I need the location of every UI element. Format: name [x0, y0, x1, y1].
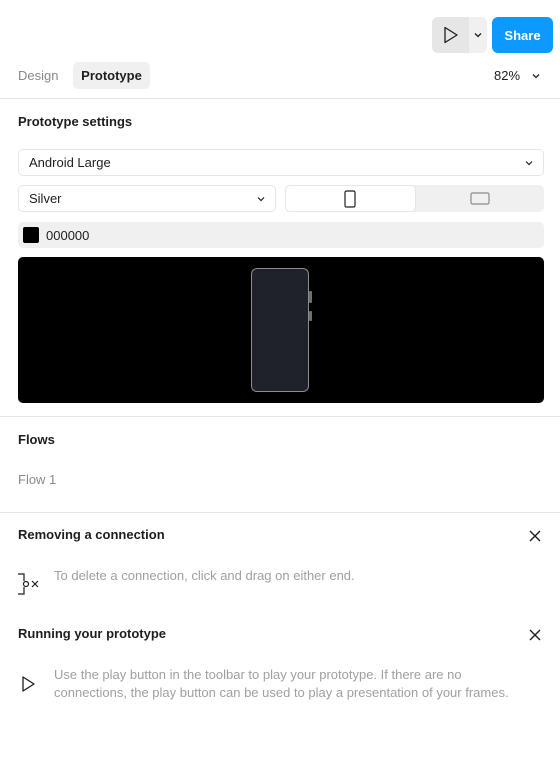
tip-title-removing-connection: Removing a connection	[18, 527, 165, 542]
orientation-toggle	[285, 185, 544, 212]
tab-prototype[interactable]: Prototype	[73, 62, 150, 89]
tip-text-removing-connection: To delete a connection, click and drag o…	[54, 568, 355, 583]
chevron-down-icon	[532, 73, 540, 78]
background-color-field[interactable]: 000000	[18, 222, 544, 248]
background-color-hex[interactable]: 000000	[46, 228, 89, 243]
device-frame	[251, 268, 312, 392]
present-button[interactable]	[432, 17, 469, 53]
device-select[interactable]: Android Large	[18, 149, 544, 176]
play-icon	[22, 676, 35, 692]
divider	[0, 512, 560, 513]
close-icon[interactable]	[527, 528, 543, 544]
close-icon[interactable]	[527, 627, 543, 643]
device-preview	[18, 257, 544, 403]
flow-item[interactable]: Flow 1	[18, 472, 56, 487]
zoom-control[interactable]: 82%	[494, 62, 540, 89]
panel-tabs: Design Prototype 82%	[0, 62, 560, 90]
landscape-icon	[470, 192, 490, 205]
portrait-orientation-button[interactable]	[285, 185, 416, 212]
model-color-select[interactable]: Silver	[18, 185, 276, 212]
tab-design[interactable]: Design	[9, 62, 67, 89]
device-select-value: Android Large	[29, 155, 111, 170]
chevron-down-icon	[474, 33, 482, 38]
divider	[0, 98, 560, 99]
device-side-button	[309, 291, 312, 303]
divider	[0, 416, 560, 417]
share-button[interactable]: Share	[492, 17, 553, 53]
portrait-icon	[344, 189, 356, 208]
right-sidebar-panel: Share Design Prototype 82% Prototype set…	[0, 0, 560, 781]
disconnect-icon	[18, 573, 39, 595]
zoom-value: 82%	[494, 68, 521, 83]
tip-text-running-prototype: Use the play button in the toolbar to pl…	[54, 667, 509, 700]
present-button-group	[432, 17, 487, 53]
toolbar: Share	[0, 0, 560, 60]
landscape-orientation-button[interactable]	[416, 185, 545, 212]
section-title-prototype-settings: Prototype settings	[18, 114, 133, 129]
chevron-down-icon	[257, 196, 265, 201]
color-swatch[interactable]	[23, 227, 39, 243]
section-title-flows: Flows	[18, 432, 55, 447]
chevron-down-icon	[525, 160, 533, 165]
play-icon	[443, 26, 458, 44]
device-side-button	[309, 311, 312, 321]
model-color-value: Silver	[29, 191, 62, 206]
tip-title-running-prototype: Running your prototype	[18, 626, 167, 641]
present-options-dropdown[interactable]	[469, 17, 487, 53]
